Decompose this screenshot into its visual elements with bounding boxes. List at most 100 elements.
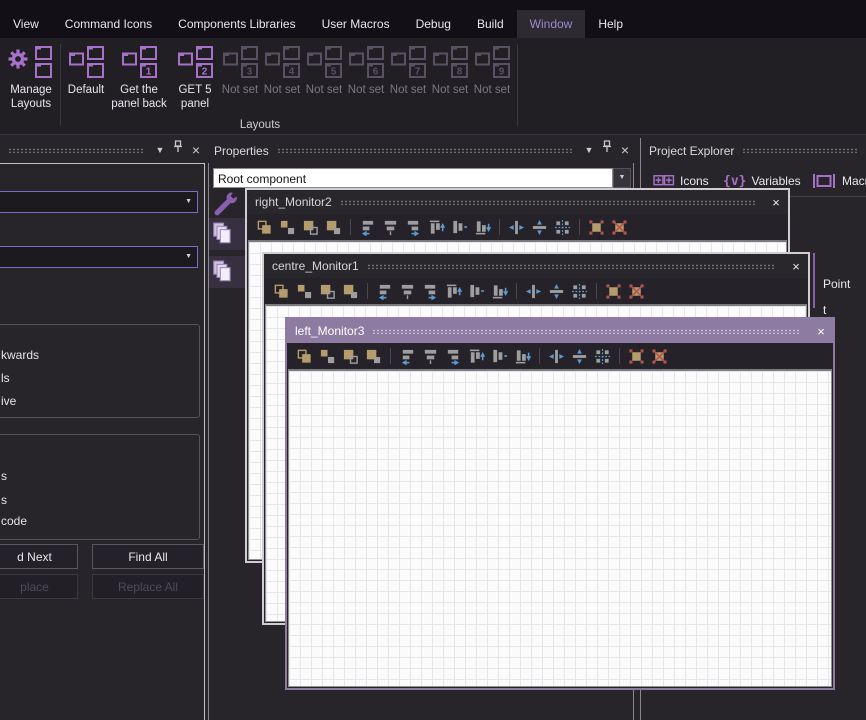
window-titlebar[interactable]: right_Monitor2 ×	[247, 190, 788, 214]
align-center-horizontal-icon[interactable]	[397, 281, 418, 302]
pin-icon[interactable]	[169, 138, 187, 163]
bring-to-front-icon[interactable]	[254, 217, 275, 238]
align-right-icon[interactable]	[403, 217, 424, 238]
pin-icon[interactable]	[598, 138, 616, 163]
svg-text:1: 1	[145, 67, 151, 78]
align-center-horizontal-icon[interactable]	[420, 346, 441, 367]
component-selector-combo[interactable]: Root component ▼	[213, 168, 631, 188]
center-vertical-icon[interactable]	[546, 281, 567, 302]
close-icon[interactable]: ×	[809, 324, 833, 339]
send-to-back-icon[interactable]	[340, 281, 361, 302]
layout-windows-icon: 6	[348, 42, 385, 82]
layout-slot-2-button[interactable]: 2 GET 5 panel	[172, 42, 218, 111]
send-backward-icon[interactable]	[317, 346, 338, 367]
align-bottom-icon[interactable]	[472, 217, 493, 238]
clear-selection-icon[interactable]	[626, 281, 647, 302]
layout-slot-7-button[interactable]: 7 Not set	[388, 42, 428, 98]
bring-forward-icon[interactable]	[300, 217, 321, 238]
layout-slot-9-button[interactable]: 9 Not set	[472, 42, 512, 98]
window-title: right_Monitor2	[247, 195, 332, 209]
layout-default-button[interactable]: Default	[66, 42, 106, 98]
find-all-button[interactable]: Find All	[92, 544, 204, 569]
snap-to-grid-icon[interactable]	[552, 217, 573, 238]
window-titlebar[interactable]: left_Monitor3 ×	[287, 319, 833, 343]
tab-macro[interactable]: Macro	[811, 168, 866, 194]
align-top-icon[interactable]	[466, 346, 487, 367]
replace-all-button[interactable]: Replace All	[92, 574, 204, 599]
tree-accent-line	[813, 253, 815, 308]
send-backward-icon[interactable]	[277, 217, 298, 238]
align-left-icon[interactable]	[397, 346, 418, 367]
select-all-icon[interactable]	[603, 281, 624, 302]
send-backward-icon[interactable]	[294, 281, 315, 302]
menu-debug[interactable]: Debug	[403, 10, 464, 38]
select-all-icon[interactable]	[626, 346, 647, 367]
menu-build[interactable]: Build	[464, 10, 517, 38]
chevron-down-icon[interactable]: ▼	[580, 138, 598, 163]
center-horizontal-icon[interactable]	[506, 217, 527, 238]
layout-windows-icon: 7	[390, 42, 427, 82]
clear-selection-icon[interactable]	[649, 346, 670, 367]
send-to-back-icon[interactable]	[363, 346, 384, 367]
option-label: ls	[1, 371, 10, 385]
layout-slot-6-button[interactable]: 6 Not set	[346, 42, 386, 98]
svg-text:6: 6	[372, 67, 378, 78]
bring-forward-icon[interactable]	[340, 346, 361, 367]
panel-title: Project Explorer	[641, 144, 734, 158]
send-to-back-icon[interactable]	[323, 217, 344, 238]
layout-slot-5-button[interactable]: 5 Not set	[304, 42, 344, 98]
ribbon-button-label: Not set	[348, 84, 384, 98]
close-icon[interactable]: ×	[616, 139, 634, 162]
menu-command-icons[interactable]: Command Icons	[52, 10, 165, 38]
align-right-icon[interactable]	[443, 346, 464, 367]
panel-splitter[interactable]	[208, 163, 209, 720]
bring-to-front-icon[interactable]	[271, 281, 292, 302]
toolbar-separator	[367, 283, 368, 299]
align-middle-icon[interactable]	[449, 217, 470, 238]
align-left-icon[interactable]	[357, 217, 378, 238]
align-bottom-icon[interactable]	[512, 346, 533, 367]
search-term-combo[interactable]: ▼	[0, 191, 198, 213]
select-all-icon[interactable]	[586, 217, 607, 238]
chevron-down-icon[interactable]: ▼	[151, 138, 169, 163]
chevron-down-icon[interactable]: ▼	[613, 168, 631, 188]
center-horizontal-icon[interactable]	[523, 281, 544, 302]
layout-slot-8-button[interactable]: 8 Not set	[430, 42, 470, 98]
replace-term-combo[interactable]: ▼	[0, 246, 198, 268]
align-middle-icon[interactable]	[489, 346, 510, 367]
layout-slot-4-button[interactable]: 4 Not set	[262, 42, 302, 98]
align-middle-icon[interactable]	[466, 281, 487, 302]
center-vertical-icon[interactable]	[529, 217, 550, 238]
svg-text:9: 9	[498, 67, 504, 78]
layout-slot-1-button[interactable]: 1 Get the panel back	[108, 42, 170, 111]
clear-selection-icon[interactable]	[609, 217, 630, 238]
close-icon[interactable]: ×	[187, 139, 205, 162]
align-bottom-icon[interactable]	[489, 281, 510, 302]
center-vertical-icon[interactable]	[569, 346, 590, 367]
layout-slot-3-button[interactable]: 3 Not set	[220, 42, 260, 98]
find-next-button[interactable]: d Next	[0, 544, 78, 569]
menu-window[interactable]: Window	[517, 10, 586, 38]
close-icon[interactable]: ×	[784, 259, 808, 274]
ribbon-button-label: Not set	[474, 84, 510, 98]
align-top-icon[interactable]	[426, 217, 447, 238]
align-left-icon[interactable]	[374, 281, 395, 302]
align-center-horizontal-icon[interactable]	[380, 217, 401, 238]
designer-toolbar	[264, 278, 808, 304]
window-titlebar[interactable]: centre_Monitor1 ×	[264, 254, 808, 278]
close-icon[interactable]: ×	[764, 195, 788, 210]
snap-to-grid-icon[interactable]	[592, 346, 613, 367]
menu-components-libraries[interactable]: Components Libraries	[165, 10, 308, 38]
align-top-icon[interactable]	[443, 281, 464, 302]
design-canvas-grid[interactable]	[288, 369, 832, 687]
menu-help[interactable]: Help	[585, 10, 636, 38]
menu-view[interactable]: View	[0, 10, 52, 38]
align-right-icon[interactable]	[420, 281, 441, 302]
center-horizontal-icon[interactable]	[546, 346, 567, 367]
replace-button[interactable]: place	[0, 574, 78, 599]
menu-user-macros[interactable]: User Macros	[309, 10, 403, 38]
snap-to-grid-icon[interactable]	[569, 281, 590, 302]
bring-to-front-icon[interactable]	[294, 346, 315, 367]
bring-forward-icon[interactable]	[317, 281, 338, 302]
manage-layouts-button[interactable]: Manage Layouts	[7, 42, 55, 111]
